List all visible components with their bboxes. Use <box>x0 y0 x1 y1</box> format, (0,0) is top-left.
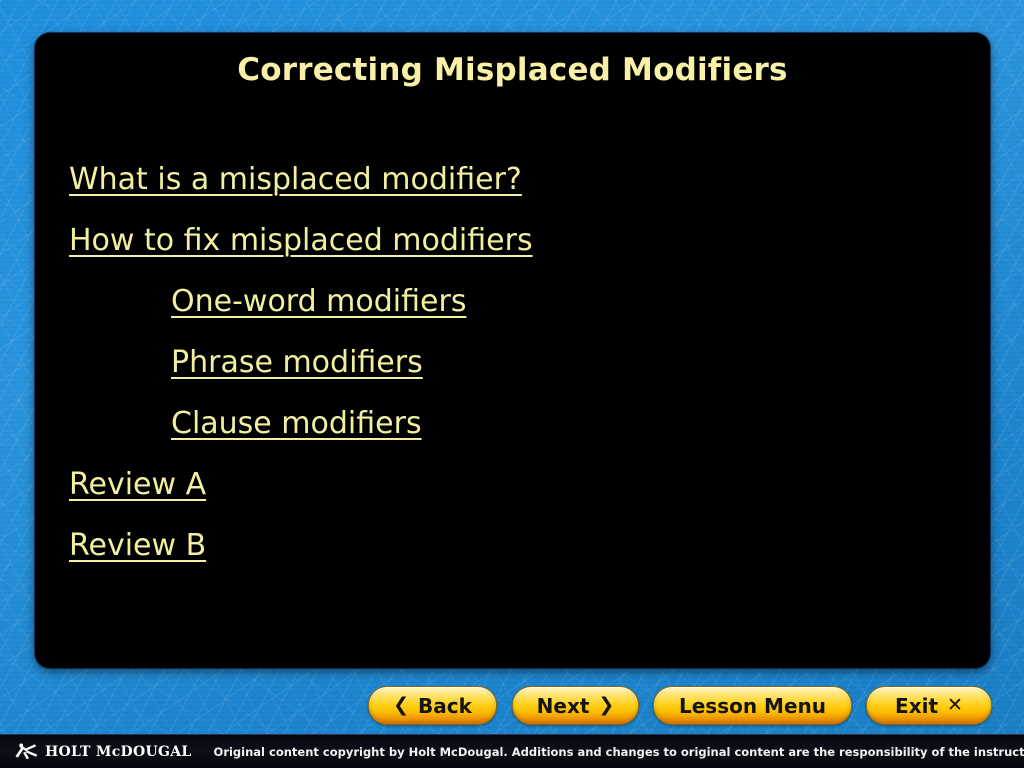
chevron-right-icon: ❯ <box>598 694 615 716</box>
copyright-notice: Original content copyright by Holt McDou… <box>213 744 1024 759</box>
next-button-label: Next <box>536 693 590 718</box>
navigation-bar: ❮ Back Next ❯ Lesson Menu Exit ✕ <box>0 686 1024 726</box>
topic-link-row: One-word modifiers <box>69 271 970 332</box>
lesson-menu-button-label: Lesson Menu <box>678 693 826 718</box>
topic-link-row: What is a misplaced modifier? <box>69 149 970 210</box>
brand: HOLT McDOUGAL <box>13 742 192 761</box>
exit-button-label: Exit <box>895 693 939 718</box>
topic-link[interactable]: Review B <box>69 529 206 563</box>
exit-button[interactable]: Exit ✕ <box>866 686 992 725</box>
topic-link[interactable]: How to fix misplaced modifiers <box>69 224 533 258</box>
topic-link-row: Review B <box>69 515 970 576</box>
topic-link[interactable]: What is a misplaced modifier? <box>69 163 522 197</box>
topic-link-row: Phrase modifiers <box>69 332 970 393</box>
slide-content-panel: Correcting Misplaced Modifiers What is a… <box>35 33 990 668</box>
lesson-menu-button[interactable]: Lesson Menu <box>653 686 852 725</box>
page-title: Correcting Misplaced Modifiers <box>237 52 788 88</box>
chevron-left-icon: ❮ <box>393 694 409 716</box>
topic-link[interactable]: One-word modifiers <box>171 285 466 319</box>
brand-name: HOLT McDOUGAL <box>45 743 192 760</box>
footer-bar: HOLT McDOUGAL Original content copyright… <box>0 734 1024 768</box>
topic-link-list: What is a misplaced modifier? How to fix … <box>69 149 970 576</box>
topic-link-row: How to fix misplaced modifiers <box>69 210 970 271</box>
topic-link-row: Review A <box>69 454 970 515</box>
back-button-label: Back <box>418 693 472 718</box>
holt-mcdougal-logo-icon <box>15 743 38 760</box>
topic-link[interactable]: Clause modifiers <box>171 407 422 441</box>
presentation-slide: Correcting Misplaced Modifiers What is a… <box>0 0 1024 768</box>
topic-link-row: Clause modifiers <box>69 393 970 454</box>
back-button[interactable]: ❮ Back <box>368 686 497 725</box>
topic-link[interactable]: Phrase modifiers <box>171 346 423 380</box>
close-x-icon: ✕ <box>947 694 963 716</box>
topic-link[interactable]: Review A <box>69 468 206 502</box>
next-button[interactable]: Next ❯ <box>512 686 639 725</box>
